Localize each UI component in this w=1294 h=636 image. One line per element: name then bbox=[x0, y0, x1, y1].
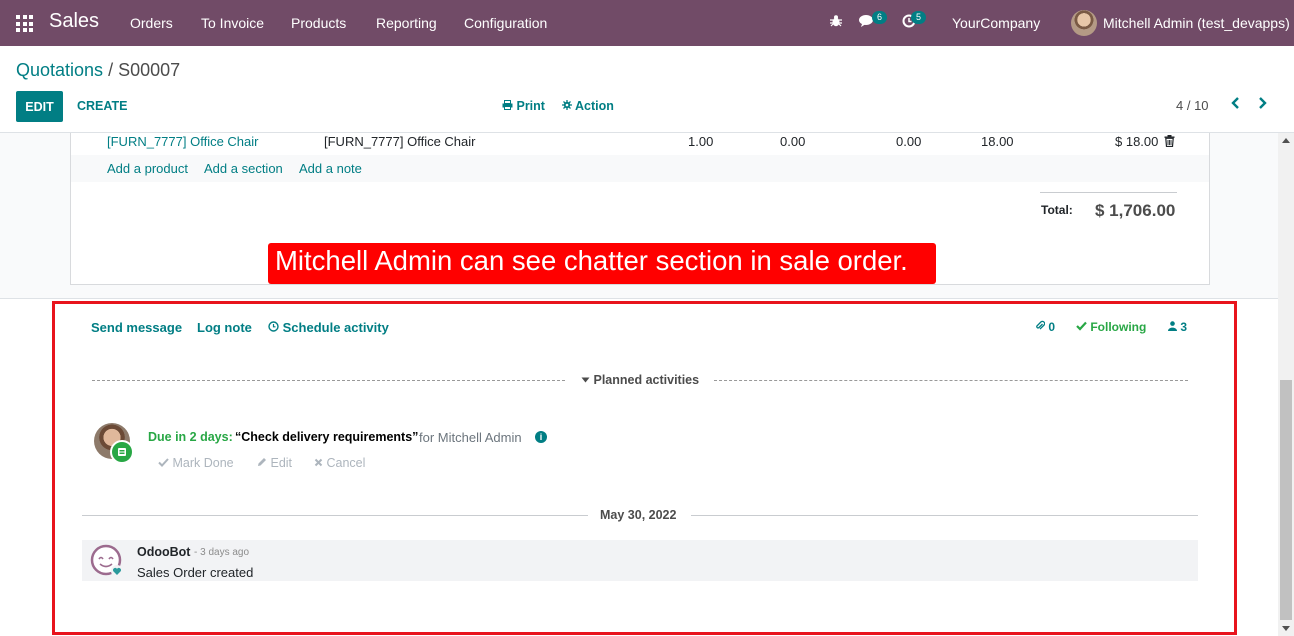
pager-next-icon[interactable] bbox=[1258, 96, 1268, 113]
info-icon[interactable]: i bbox=[535, 431, 547, 443]
order-line-product[interactable]: [FURN_7777] Office Chair bbox=[107, 134, 259, 149]
schedule-activity-label: Schedule activity bbox=[282, 320, 389, 335]
attachments-button[interactable]: 0 bbox=[1035, 320, 1055, 334]
order-line-actions: Add a product Add a section Add a note bbox=[71, 155, 1209, 182]
mark-done-button[interactable]: Mark Done bbox=[158, 456, 234, 470]
pager-value[interactable]: 4 / 10 bbox=[1176, 98, 1209, 113]
close-icon bbox=[314, 456, 326, 470]
scroll-down-arrow-icon[interactable] bbox=[1282, 626, 1290, 631]
menu-orders[interactable]: Orders bbox=[130, 15, 173, 31]
pager-previous-icon[interactable] bbox=[1230, 96, 1240, 113]
attachments-count: 0 bbox=[1048, 320, 1056, 334]
activities-badge: 5 bbox=[911, 11, 927, 24]
user-avatar[interactable] bbox=[1071, 10, 1097, 36]
following-button[interactable]: Following bbox=[1076, 320, 1146, 334]
paperclip-icon bbox=[1035, 320, 1048, 334]
bug-icon[interactable] bbox=[829, 14, 843, 31]
scrollbar-thumb[interactable] bbox=[1280, 380, 1292, 620]
scroll-up-arrow-icon[interactable] bbox=[1282, 138, 1290, 143]
top-navbar: Sales Orders To Invoice Products Reporti… bbox=[0, 0, 1294, 46]
menu-to-invoice[interactable]: To Invoice bbox=[201, 15, 264, 31]
caret-down-icon bbox=[581, 373, 593, 387]
log-note-button[interactable]: Log note bbox=[197, 320, 252, 335]
print-label: Print bbox=[516, 99, 545, 113]
messages-badge: 6 bbox=[872, 11, 888, 24]
activity-due: Due in 2 days: bbox=[148, 430, 233, 444]
app-title[interactable]: Sales bbox=[49, 10, 99, 33]
order-line-row[interactable]: [FURN_7777] Office Chair [FURN_7777] Off… bbox=[71, 131, 1209, 153]
followers-count: 3 bbox=[1180, 320, 1188, 334]
print-button[interactable]: Print bbox=[502, 99, 545, 113]
breadcrumb-current: S00007 bbox=[118, 60, 181, 80]
planned-activities-label: Planned activities bbox=[593, 373, 700, 387]
order-line-quantity: 1.00 bbox=[688, 134, 714, 149]
clock-icon bbox=[268, 320, 283, 335]
total-amount: $ 1,706.00 bbox=[1095, 201, 1176, 220]
cancel-activity-button[interactable]: Cancel bbox=[314, 456, 365, 470]
send-message-button[interactable]: Send message bbox=[91, 320, 182, 335]
order-line-col-a: 0.00 bbox=[780, 134, 806, 149]
create-button[interactable]: CREATE bbox=[77, 99, 127, 113]
date-divider-right bbox=[691, 515, 1198, 516]
annotation-callout: Mitchell Admin can see chatter section i… bbox=[268, 243, 936, 284]
check-icon bbox=[158, 456, 172, 470]
message-time: - 3 days ago bbox=[194, 547, 250, 558]
message-author[interactable]: OdooBot bbox=[137, 545, 190, 559]
planned-divider-left bbox=[92, 380, 565, 381]
menu-products[interactable]: Products bbox=[291, 15, 346, 31]
action-button[interactable]: Action bbox=[562, 99, 614, 113]
trash-icon[interactable] bbox=[1164, 135, 1175, 150]
planned-divider-right bbox=[714, 380, 1188, 381]
print-icon bbox=[502, 99, 516, 113]
following-label: Following bbox=[1090, 320, 1147, 334]
odoobot-avatar[interactable] bbox=[90, 544, 123, 577]
menu-configuration[interactable]: Configuration bbox=[464, 15, 547, 31]
message-body: Sales Order created bbox=[137, 565, 254, 580]
user-menu[interactable]: Mitchell Admin (test_devapps) bbox=[1103, 15, 1290, 31]
gear-icon bbox=[562, 99, 575, 113]
breadcrumb-quotations[interactable]: Quotations bbox=[16, 60, 103, 80]
edit-activity-label: Edit bbox=[270, 456, 293, 470]
message-date-separator: May 30, 2022 bbox=[600, 508, 677, 522]
chatter-separator bbox=[0, 298, 1278, 299]
add-note-link[interactable]: Add a note bbox=[299, 161, 362, 176]
company-switcher[interactable]: YourCompany bbox=[952, 15, 1040, 31]
order-line-description: [FURN_7777] Office Chair bbox=[324, 134, 476, 149]
followers-button[interactable]: 3 bbox=[1168, 320, 1187, 334]
planned-activities-toggle[interactable]: Planned activities bbox=[581, 373, 699, 387]
date-divider-left bbox=[82, 515, 588, 516]
activity-type-icon bbox=[110, 440, 134, 464]
activity-assignee: for Mitchell Admin bbox=[419, 430, 522, 445]
action-label: Action bbox=[575, 99, 614, 113]
apps-menu-icon[interactable] bbox=[16, 15, 33, 32]
check-icon bbox=[1076, 320, 1090, 334]
breadcrumb: Quotations / S00007 bbox=[16, 60, 180, 81]
pencil-icon bbox=[257, 456, 270, 470]
user-icon bbox=[1168, 320, 1180, 334]
add-section-link[interactable]: Add a section bbox=[204, 161, 283, 176]
breadcrumb-separator: / bbox=[103, 60, 119, 80]
activity-summary: “Check delivery requirements” bbox=[235, 430, 419, 444]
menu-reporting[interactable]: Reporting bbox=[376, 15, 437, 31]
schedule-activity-button[interactable]: Schedule activity bbox=[268, 320, 389, 335]
edit-button[interactable]: EDIT bbox=[16, 91, 63, 122]
mark-done-label: Mark Done bbox=[172, 456, 234, 470]
order-line-subtotal: $ 18.00 bbox=[1115, 134, 1159, 149]
total-label: Total: bbox=[1041, 203, 1073, 217]
order-line-col-c: 18.00 bbox=[981, 134, 1014, 149]
cancel-activity-label: Cancel bbox=[326, 456, 366, 470]
add-product-link[interactable]: Add a product bbox=[107, 161, 188, 176]
edit-activity-button[interactable]: Edit bbox=[257, 456, 292, 470]
order-line-col-b: 0.00 bbox=[896, 134, 922, 149]
total-divider bbox=[1040, 192, 1177, 193]
